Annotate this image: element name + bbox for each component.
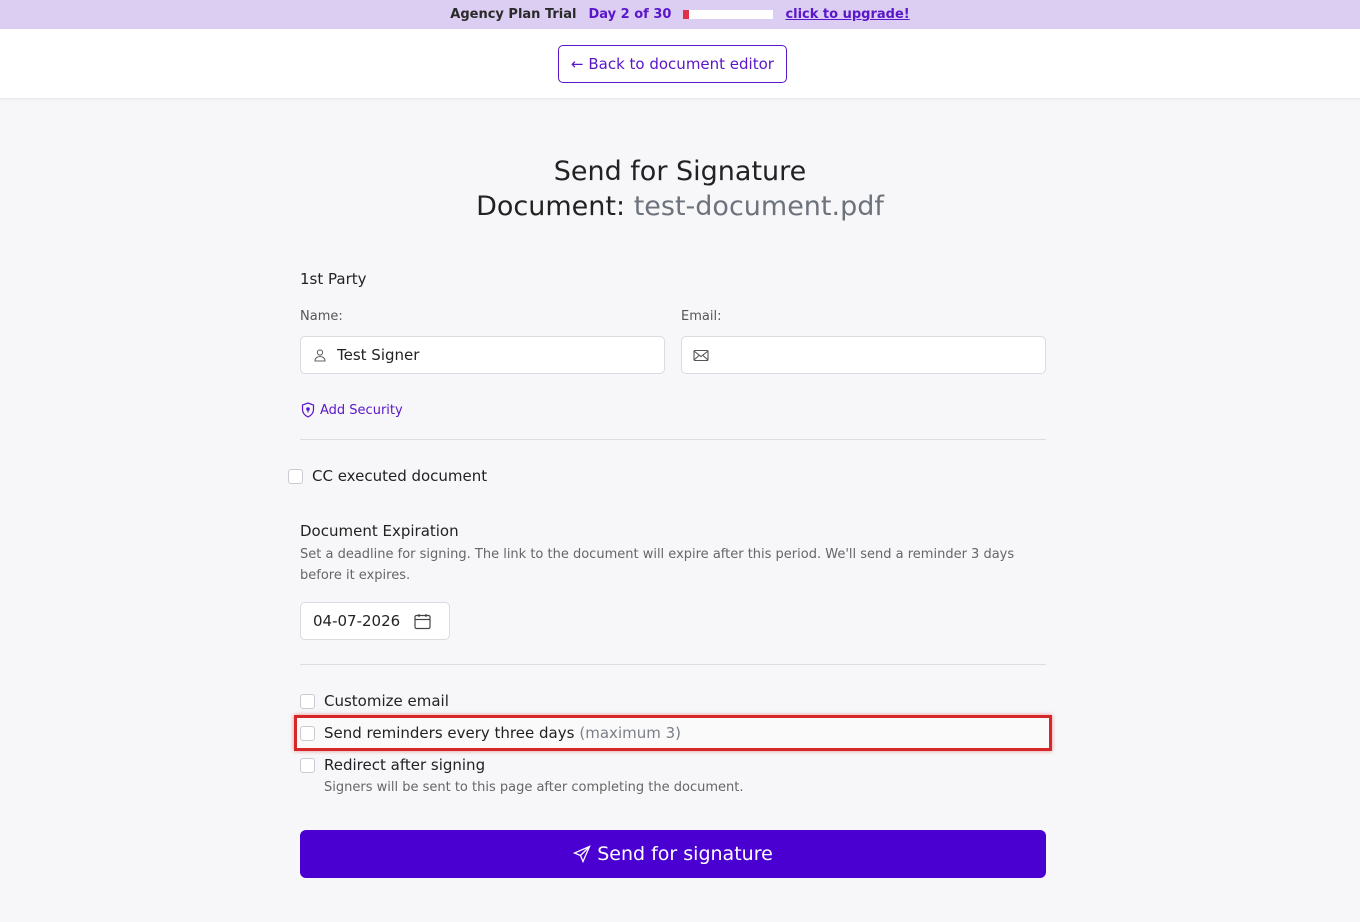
customize-email-checkbox[interactable] — [300, 693, 315, 709]
document-name: test-document.pdf — [633, 191, 884, 222]
document-title: Document: test-document.pdf — [0, 189, 1360, 224]
name-label: Name: — [300, 309, 343, 324]
reminders-label: Send reminders every three days — [324, 724, 575, 742]
email-input[interactable] — [718, 346, 1045, 364]
redirect-description: Signers will be sent to this page after … — [324, 780, 744, 795]
customize-email-label: Customize email — [324, 692, 449, 710]
redirect-label: Redirect after signing — [324, 756, 486, 774]
trial-progress-fill — [683, 10, 690, 19]
add-security-link[interactable]: Add Security — [301, 402, 403, 418]
cc-option: CC executed document — [288, 467, 487, 485]
reminders-note: (maximum 3) — [579, 724, 682, 742]
send-icon — [573, 845, 591, 863]
send-for-signature-button[interactable]: Send for signature — [300, 830, 1046, 878]
customize-email-option: Customize email — [300, 692, 449, 710]
cc-checkbox[interactable] — [288, 468, 303, 484]
party-heading: 1st Party — [300, 270, 367, 288]
name-field[interactable] — [300, 336, 665, 374]
cc-label: CC executed document — [312, 467, 488, 485]
trial-plan-label: Agency Plan Trial — [450, 7, 577, 22]
name-input[interactable] — [337, 346, 664, 364]
divider — [300, 439, 1046, 440]
trial-day-counter: Day 2 of 30 — [588, 7, 672, 22]
back-to-editor-button[interactable]: ← Back to document editor — [558, 45, 787, 83]
send-button-label: Send for signature — [597, 843, 773, 865]
reminders-option: Send reminders every three days (maximum… — [300, 724, 681, 742]
redirect-option: Redirect after signing — [300, 756, 485, 774]
expiration-date-field[interactable]: 04-07-2026 — [300, 602, 450, 640]
upgrade-link[interactable]: click to upgrade! — [785, 7, 909, 22]
calendar-icon[interactable] — [414, 613, 431, 630]
redirect-checkbox[interactable] — [300, 757, 315, 773]
top-header: ← Back to document editor — [0, 29, 1360, 99]
expiration-heading: Document Expiration — [300, 522, 459, 540]
expiration-description: Set a deadline for signing. The link to … — [300, 547, 1015, 583]
document-label: Document: — [476, 191, 626, 222]
email-label: Email: — [681, 309, 722, 324]
trial-progress-bar — [683, 10, 774, 19]
trial-banner: Agency Plan Trial Day 2 of 30 click to u… — [0, 0, 1360, 29]
user-icon — [311, 346, 329, 364]
divider — [300, 664, 1046, 665]
page-title: Send for Signature Document: test-docume… — [0, 154, 1360, 224]
expiration-date-value: 04-07-2026 — [313, 612, 401, 630]
reminders-checkbox[interactable] — [300, 725, 315, 741]
page-title-heading: Send for Signature — [553, 156, 807, 187]
envelope-icon — [692, 346, 710, 364]
email-field[interactable] — [681, 336, 1046, 374]
shield-icon — [301, 402, 315, 418]
add-security-label: Add Security — [320, 402, 403, 418]
